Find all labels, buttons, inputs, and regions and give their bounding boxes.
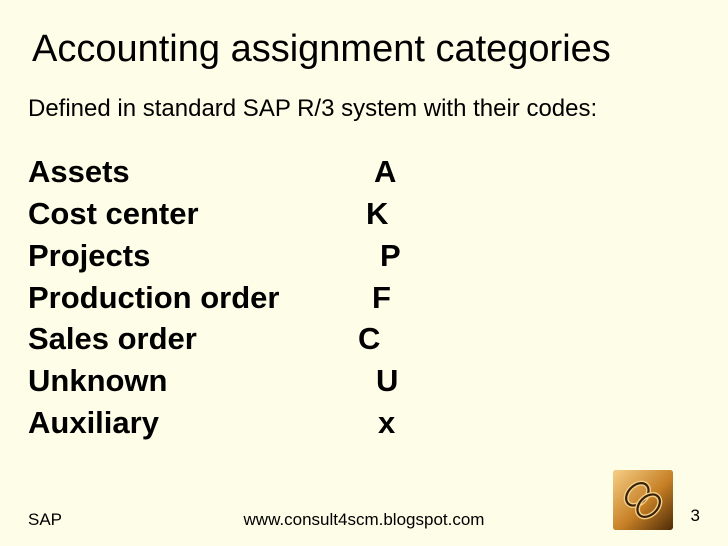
category-label: Production order bbox=[28, 277, 358, 319]
category-label: Projects bbox=[28, 235, 358, 277]
category-label: Unknown bbox=[28, 360, 358, 402]
category-code: P bbox=[380, 235, 401, 277]
footer-url: www.consult4scm.blogspot.com bbox=[244, 510, 485, 530]
category-code: C bbox=[358, 318, 380, 360]
category-code: x bbox=[378, 402, 395, 444]
list-item: Sales order C bbox=[28, 318, 700, 360]
list-item: Assets A bbox=[28, 151, 700, 193]
slide-title: Accounting assignment categories bbox=[32, 28, 700, 71]
category-label: Assets bbox=[28, 151, 358, 193]
footer-left: SAP bbox=[28, 510, 244, 530]
category-code: F bbox=[372, 277, 391, 319]
category-label: Auxiliary bbox=[28, 402, 358, 444]
slide-footer: SAP www.consult4scm.blogspot.com bbox=[0, 470, 728, 530]
list-item: Cost center K bbox=[28, 193, 700, 235]
slide-subtitle: Defined in standard SAP R/3 system with … bbox=[28, 95, 700, 123]
category-code: A bbox=[374, 151, 396, 193]
category-label: Cost center bbox=[28, 193, 358, 235]
category-code: K bbox=[366, 193, 388, 235]
category-code: U bbox=[376, 360, 398, 402]
page-number: 3 bbox=[691, 506, 700, 530]
category-label: Sales order bbox=[28, 318, 358, 360]
chain-link-icon bbox=[613, 470, 673, 530]
slide: Accounting assignment categories Defined… bbox=[0, 0, 728, 546]
list-item: Unknown U bbox=[28, 360, 700, 402]
list-item: Auxiliary x bbox=[28, 402, 700, 444]
category-list: Assets A Cost center K Projects P Produc… bbox=[28, 151, 700, 444]
list-item: Projects P bbox=[28, 235, 700, 277]
list-item: Production order F bbox=[28, 277, 700, 319]
